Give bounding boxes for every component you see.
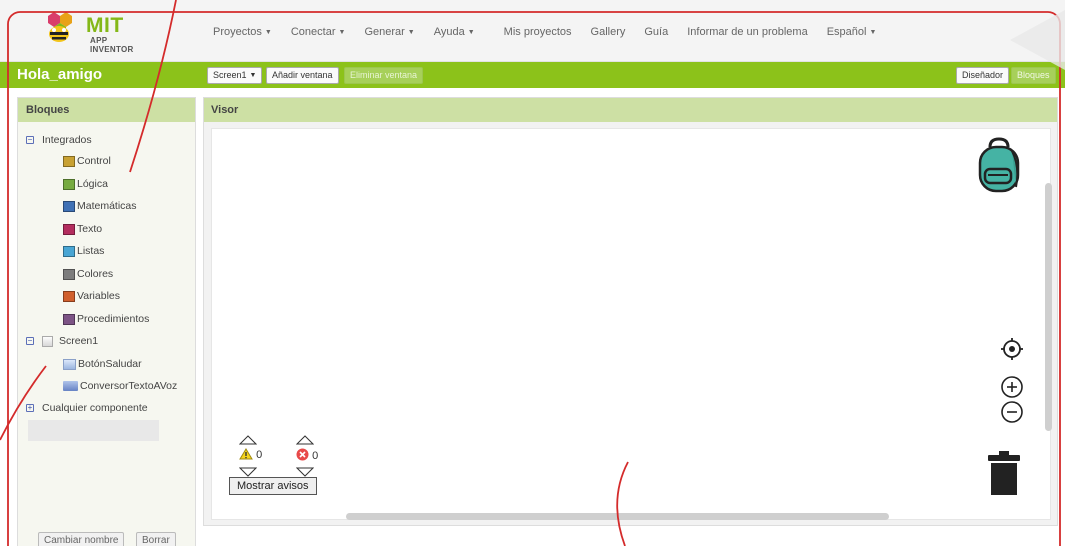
- blocks-panel-title: Bloques: [18, 98, 195, 122]
- warning-prev-icon[interactable]: [239, 435, 257, 445]
- viewer-panel: Visor 0 0 Mostrar avisos: [203, 97, 1058, 526]
- component-button[interactable]: BotónSaludar: [63, 356, 142, 372]
- button-component-icon: [63, 358, 76, 370]
- component-tts[interactable]: ConversorTextoAVoz: [63, 378, 177, 394]
- brand-name: MIT: [86, 14, 124, 37]
- main-menu: Proyectos ▼ Conectar ▼ Generar ▼ Ayuda ▼ Mis…: [213, 26, 895, 38]
- menu-proyectos[interactable]: Proyectos ▼: [213, 26, 272, 38]
- expand-icon[interactable]: +: [26, 404, 34, 412]
- drawer-text[interactable]: Texto: [63, 221, 102, 237]
- blocks-button[interactable]: Bloques: [1011, 67, 1056, 84]
- screen-icon: [42, 335, 53, 347]
- color-swatch: [63, 245, 75, 257]
- drawer-lists[interactable]: Listas: [63, 243, 104, 259]
- tree-screen1[interactable]: − Screen1: [26, 333, 98, 349]
- center-target-icon[interactable]: [1000, 337, 1024, 361]
- drawer-variables[interactable]: Variables: [63, 288, 120, 304]
- color-swatch: [63, 268, 75, 280]
- drawer-logic[interactable]: Lógica: [63, 176, 108, 192]
- tree-builtin[interactable]: − Integrados: [26, 132, 92, 148]
- blocks-panel: Bloques − Integrados Control Lógica Mate…: [17, 97, 196, 546]
- color-swatch: [63, 178, 75, 190]
- app-inventor-logo[interactable]: MIT APP INVENTOR: [40, 10, 150, 54]
- error-next-icon[interactable]: [296, 467, 314, 477]
- selection-box: [28, 420, 159, 441]
- warning-count: 0: [239, 448, 262, 461]
- error-prev-icon[interactable]: [296, 435, 314, 445]
- menu-mis-proyectos[interactable]: Mis proyectos: [504, 26, 572, 38]
- delete-button[interactable]: Borrar: [136, 532, 176, 546]
- drawer-math[interactable]: Matemáticas: [63, 198, 137, 214]
- collapse-icon[interactable]: −: [26, 337, 34, 345]
- backpack-icon[interactable]: [976, 137, 1022, 193]
- menu-conectar[interactable]: Conectar ▼: [291, 26, 346, 38]
- screen-select[interactable]: Screen1 ▼: [207, 67, 263, 84]
- menu-report-problem[interactable]: Informar de un problema: [687, 26, 807, 38]
- chevron-down-icon: ▼: [249, 72, 257, 80]
- color-swatch: [63, 313, 75, 325]
- zoom-out-icon[interactable]: [1000, 400, 1024, 424]
- drawer-colors[interactable]: Colores: [63, 266, 113, 282]
- color-swatch: [63, 200, 75, 212]
- remove-screen-button[interactable]: Eliminar ventana: [344, 67, 424, 84]
- chevron-down-icon: ▼: [467, 28, 475, 36]
- color-swatch: [63, 155, 75, 167]
- top-navigation-bar: MIT APP INVENTOR Proyectos ▼ Conectar ▼ Ge…: [0, 0, 1065, 62]
- horizontal-scrollbar[interactable]: [346, 513, 889, 520]
- tree-any-component[interactable]: + Cualquier componente: [26, 400, 148, 416]
- chevron-down-icon: ▼: [338, 28, 346, 36]
- project-title: Hola_amigo: [17, 66, 103, 83]
- text-to-speech-icon: [63, 381, 78, 391]
- warning-icon: [239, 448, 253, 460]
- menu-gallery[interactable]: Gallery: [591, 26, 626, 38]
- menu-guia[interactable]: Guía: [644, 26, 668, 38]
- vertical-scrollbar[interactable]: [1045, 183, 1052, 431]
- menu-ayuda[interactable]: Ayuda ▼: [434, 26, 475, 38]
- rename-button[interactable]: Cambiar nombre: [38, 532, 125, 546]
- project-toolbar: Hola_amigo Screen1 ▼ Añadir ventana Elimi…: [0, 62, 1065, 88]
- bee-logo-icon: [48, 12, 72, 42]
- viewer-title: Visor: [204, 98, 1057, 122]
- menu-language[interactable]: Español ▼: [827, 26, 877, 38]
- error-icon: [296, 448, 309, 461]
- chevron-down-icon: ▼: [264, 28, 272, 36]
- drawer-control[interactable]: Control: [63, 153, 111, 169]
- drawer-procedures[interactable]: Procedimientos: [63, 311, 149, 327]
- designer-button[interactable]: Diseñador: [956, 67, 1010, 84]
- warning-next-icon[interactable]: [239, 467, 257, 477]
- show-warnings-button[interactable]: Mostrar avisos: [229, 477, 317, 495]
- menu-generar[interactable]: Generar ▼: [364, 26, 414, 38]
- color-swatch: [63, 223, 75, 235]
- add-screen-button[interactable]: Añadir ventana: [266, 67, 339, 84]
- collapse-icon[interactable]: −: [26, 136, 34, 144]
- error-count: 0: [296, 448, 318, 462]
- trash-icon[interactable]: [986, 449, 1022, 497]
- zoom-in-icon[interactable]: [1000, 375, 1024, 399]
- chevron-down-icon: ▼: [407, 28, 415, 36]
- brand-subtitle: APP INVENTOR: [90, 36, 134, 54]
- blocks-workspace[interactable]: 0 0 Mostrar avisos: [211, 128, 1052, 520]
- chevron-down-icon: ▼: [869, 28, 877, 36]
- color-swatch: [63, 290, 75, 302]
